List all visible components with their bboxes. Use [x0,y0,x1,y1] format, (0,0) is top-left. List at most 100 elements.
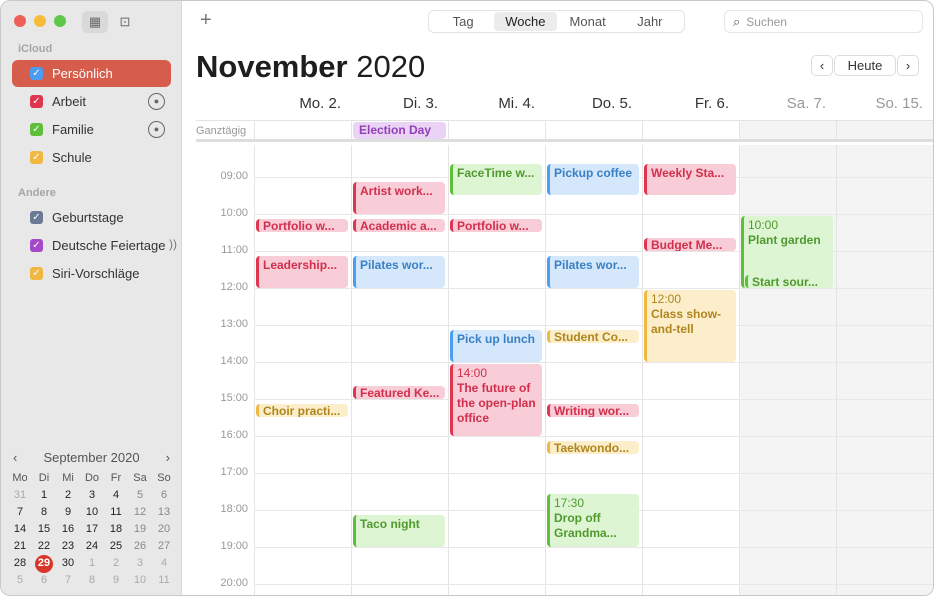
mini-day[interactable]: 12 [128,504,152,521]
mini-day[interactable]: 22 [32,538,56,555]
mini-day[interactable]: 7 [56,572,80,589]
tab-jahr[interactable]: Jahr [619,12,681,31]
event[interactable]: Weekly Sta... [644,163,736,196]
day-column[interactable] [836,145,933,595]
add-event-button[interactable]: + [200,9,212,32]
today-button[interactable]: Heute [834,55,896,76]
today-marker[interactable]: 29 [35,555,53,573]
all-day-cell[interactable] [545,121,642,139]
all-day-cell[interactable] [642,121,739,139]
event[interactable]: Taco night [353,515,445,547]
mini-day[interactable]: 2 [104,555,128,572]
checkbox[interactable]: ✓ [30,67,43,80]
mini-day[interactable]: 23 [56,538,80,555]
day-header[interactable]: Sa. 7. [739,95,836,115]
checkbox[interactable]: ✓ [30,239,43,252]
mini-day[interactable]: 6 [152,487,176,504]
day-header[interactable]: Di. 3. [351,95,448,115]
calendar-item[interactable]: ✓ Arbeit ● [12,88,171,115]
mini-day[interactable]: 28 [8,555,32,572]
day-header[interactable]: Mi. 4. [448,95,545,115]
all-day-event[interactable]: Election Day [353,122,446,139]
mini-day[interactable]: 4 [152,555,176,572]
mini-day[interactable]: 31 [8,487,32,504]
day-column[interactable] [642,145,739,595]
mini-day[interactable]: 14 [8,521,32,538]
event[interactable]: Leadership... [256,256,348,288]
mini-day[interactable]: 10 [80,504,104,521]
mini-day[interactable]: 19 [128,521,152,538]
mini-day[interactable]: 30 [56,555,80,572]
mini-day[interactable]: 3 [128,555,152,572]
mini-day[interactable]: 11 [152,572,176,589]
event[interactable]: Student Co... [547,330,639,344]
event[interactable]: Pickup coffee [547,163,639,196]
week-grid[interactable]: 09:00 10:00 11:00 12:00 13:00 14:00 15:00 16:00… [182,145,933,595]
mini-day[interactable]: 7 [8,504,32,521]
mini-day[interactable]: 13 [152,504,176,521]
mini-day[interactable]: 16 [56,521,80,538]
mini-day[interactable]: 11 [104,504,128,521]
mini-day[interactable]: 15 [32,521,56,538]
mini-day[interactable]: 1 [80,555,104,572]
event[interactable]: Portfolio w... [450,219,542,233]
day-column[interactable] [739,145,836,595]
checkbox[interactable]: ✓ [30,211,43,224]
day-column[interactable] [254,145,351,595]
all-day-cell[interactable] [448,121,545,139]
event[interactable]: Taekwondo... [547,441,639,455]
event[interactable]: 14:00 The future of the open-plan office [450,364,542,436]
search-input[interactable]: ⌕ Suchen [724,10,923,33]
mini-day[interactable]: 1 [32,487,56,504]
mini-day[interactable]: 26 [128,538,152,555]
day-header[interactable]: Fr. 6. [642,95,739,115]
event[interactable]: Budget Me... [644,237,736,251]
mini-next-button[interactable]: › [166,450,170,465]
tab-woche[interactable]: Woche [494,12,557,31]
event[interactable]: Pick up lunch [450,330,542,362]
calendar-item[interactable]: ✓ Siri-Vorschläge [12,260,171,287]
event[interactable]: 12:00 Class show-and-tell [644,290,736,362]
day-header[interactable]: Mo. 2. [254,95,351,115]
event[interactable]: Pilates wor... [547,256,639,288]
calendar-item[interactable]: ✓ Persönlich [12,60,171,87]
mini-day[interactable]: 5 [128,487,152,504]
mini-day[interactable]: 18 [104,521,128,538]
event[interactable]: Artist work... [353,182,445,214]
day-header[interactable]: So. 15. [836,95,933,115]
calendar-item[interactable]: ✓ Familie ● [12,116,171,143]
tab-monat[interactable]: Monat [557,12,619,31]
inbox-icon[interactable]: ⊡ [112,11,138,33]
mini-day[interactable]: 3 [80,487,104,504]
mini-day[interactable]: 5 [8,572,32,589]
mini-day[interactable]: 21 [8,538,32,555]
event[interactable]: 17:30 Drop off Grandma... [547,493,639,547]
all-day-cell[interactable] [836,121,933,139]
mini-day[interactable]: 6 [32,572,56,589]
mini-day[interactable]: 10 [128,572,152,589]
previous-week-button[interactable]: ‹ [811,55,833,76]
event[interactable]: Pilates wor... [353,256,445,288]
calendar-item[interactable]: ✓ Geburtstage [12,204,171,231]
mini-prev-button[interactable]: ‹ [13,450,17,465]
tab-tag[interactable]: Tag [432,12,494,31]
mini-day[interactable]: 29 [32,555,56,573]
calendar-item[interactable]: ✓ Deutsche Feiertage)) [12,232,177,259]
calendar-list-icon[interactable]: ▦ [82,11,108,33]
mini-day[interactable]: 27 [152,538,176,555]
event[interactable]: Academic a... [353,219,445,233]
shared-person-icon[interactable]: ● [148,93,165,110]
day-header[interactable]: Do. 5. [545,95,642,115]
event[interactable]: Choir practi... [256,404,348,418]
zoom-button[interactable] [54,15,66,27]
all-day-cell[interactable] [739,121,836,139]
mini-day[interactable]: 17 [80,521,104,538]
mini-day[interactable]: 8 [32,504,56,521]
event[interactable]: Writing wor... [547,404,639,418]
mini-day[interactable]: 9 [104,572,128,589]
minimize-button[interactable] [34,15,46,27]
checkbox[interactable]: ✓ [30,267,43,280]
mini-day[interactable]: 9 [56,504,80,521]
mini-day[interactable]: 24 [80,538,104,555]
mini-day[interactable]: 8 [80,572,104,589]
